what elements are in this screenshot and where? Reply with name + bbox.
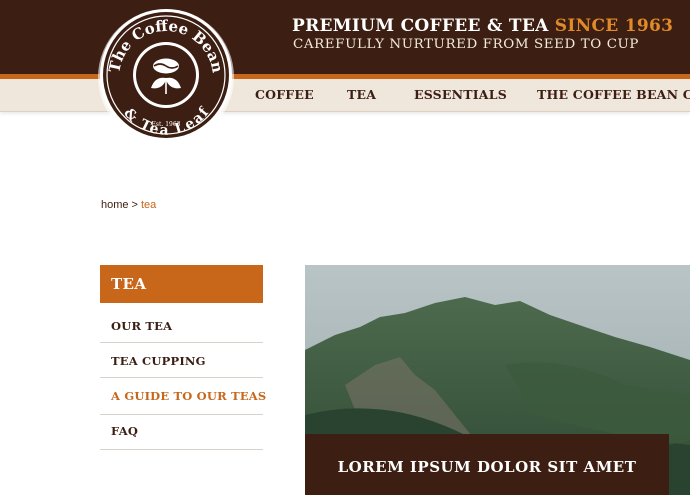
sidebar-title: TEA: [111, 275, 147, 293]
breadcrumb-home[interactable]: home: [101, 199, 129, 211]
hero-caption: LOREM IPSUM DOLOR SIT AMET: [337, 458, 637, 476]
tagline-main-text: PREMIUM COFFEE & TEA: [292, 16, 549, 36]
nav-item-tea[interactable]: TEA: [347, 87, 376, 102]
logo-est-text: Est. 1963: [152, 121, 181, 128]
sidebar-item-label: FAQ: [111, 424, 139, 438]
nav-item-coffee-bean-cafe[interactable]: THE COFFEE BEAN CAF: [537, 87, 690, 102]
sidebar-item-guide-to-our-teas[interactable]: A GUIDE TO OUR TEAS: [100, 378, 267, 415]
sidebar-header: TEA: [100, 265, 263, 303]
sidebar-item-label: TEA CUPPING: [111, 354, 206, 368]
hero-caption-box: LOREM IPSUM DOLOR SIT AMET: [305, 434, 669, 495]
breadcrumb-separator: >: [131, 199, 138, 211]
breadcrumb-current: tea: [140, 199, 157, 211]
tagline-sub: CAREFULLY NURTURED FROM SEED TO CUP: [293, 37, 640, 52]
nav-item-essentials[interactable]: ESSENTIALS: [414, 87, 507, 102]
sidebar-item-label: A GUIDE TO OUR TEAS: [111, 389, 267, 403]
coffee-bean-tea-leaf-emblem-icon: The Coffee Bean & Tea Leaf Est. 1963: [98, 9, 234, 145]
brand-logo[interactable]: The Coffee Bean & Tea Leaf Est. 1963: [97, 8, 235, 146]
nav-item-coffee[interactable]: COFFEE: [255, 87, 314, 102]
breadcrumb: home > tea: [101, 199, 156, 211]
sidebar-item-tea-cupping[interactable]: TEA CUPPING: [100, 343, 263, 378]
tagline-main: PREMIUM COFFEE & TEA SINCE 1963: [292, 16, 673, 36]
sidebar-item-faq[interactable]: FAQ: [100, 415, 263, 450]
sidebar-item-label: OUR TEA: [111, 319, 173, 333]
tagline-accent-text: SINCE 1963: [554, 16, 674, 36]
sidebar-item-our-tea[interactable]: OUR TEA: [100, 303, 263, 343]
